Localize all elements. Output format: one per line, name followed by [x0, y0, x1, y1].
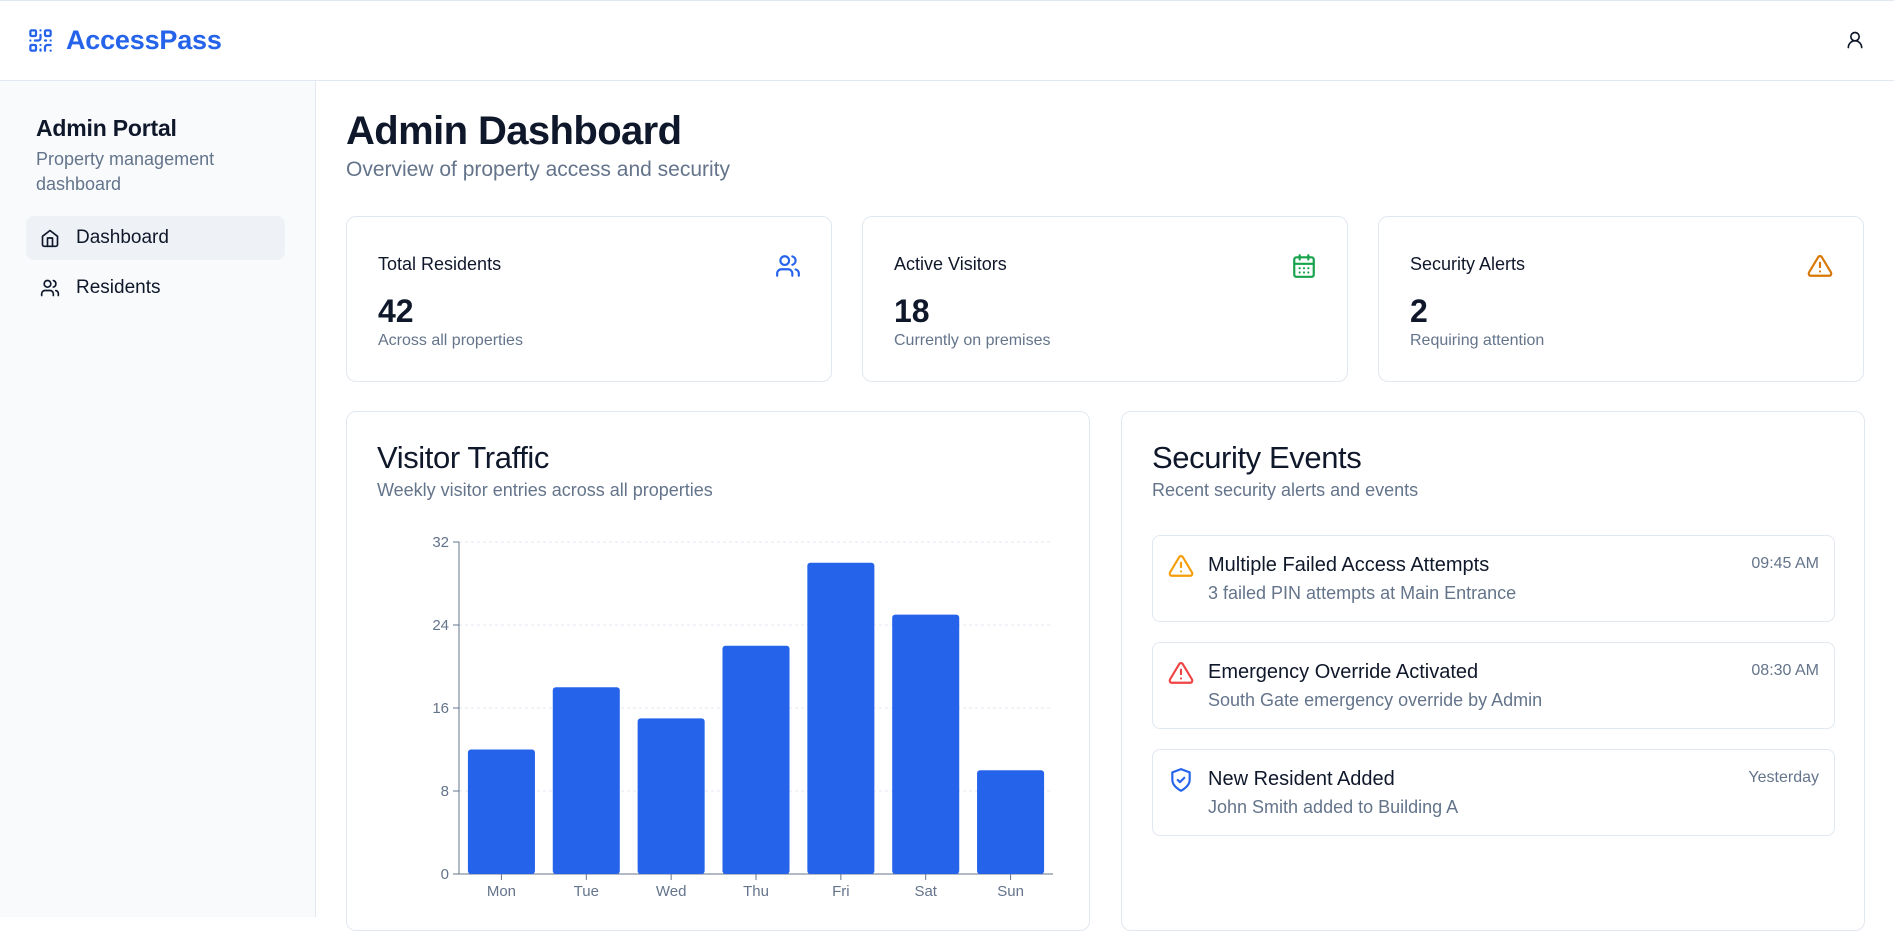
bar-thu: [722, 645, 790, 874]
y-tick-label: 32: [432, 534, 449, 551]
page-subtitle: Overview of property access and security: [346, 158, 730, 181]
security-event-item[interactable]: Multiple Failed Access Attempts 3 failed…: [1152, 535, 1835, 622]
event-title: Multiple Failed Access Attempts: [1208, 554, 1490, 576]
sidebar: Admin Portal Property management dashboa…: [0, 81, 316, 917]
bar-wed: [637, 718, 705, 874]
visitor-traffic-chart: 0 8 16 24 32 Mon Tue Wed Thu Fri Sat Sun: [432, 534, 1053, 900]
app-name: AccessPass: [66, 25, 222, 55]
x-tick-label: Thu: [743, 883, 769, 900]
alert-triangle-icon: [1168, 662, 1194, 684]
stat-value: 42: [378, 293, 414, 329]
sidebar-item-label: Dashboard: [76, 227, 169, 248]
alert-triangle-icon: [1807, 255, 1833, 277]
bar-sun: [977, 770, 1045, 874]
event-time: 08:30 AM: [1751, 662, 1819, 679]
stat-card-alerts: Security Alerts 2 Requiring attention: [1378, 216, 1864, 382]
stat-label: Total Residents: [378, 254, 502, 274]
bar-tue: [552, 687, 620, 874]
stat-label: Active Visitors: [894, 254, 1007, 274]
x-tick-label: Fri: [832, 883, 850, 900]
calendar-icon: [1293, 254, 1315, 278]
bar-sat: [892, 614, 960, 874]
x-tick-label: Sun: [997, 883, 1024, 900]
event-title: New Resident Added: [1208, 768, 1395, 790]
page-title: Admin Dashboard: [346, 109, 682, 153]
home-icon: [41, 229, 59, 248]
event-title: Emergency Override Activated: [1208, 661, 1479, 683]
sidebar-title: Admin Portal: [36, 115, 177, 141]
x-tick-label: Wed: [656, 883, 687, 900]
sidebar-subtitle: Property management dashboard: [36, 149, 215, 194]
security-events-card: Security Events Recent security alerts a…: [1121, 411, 1865, 931]
event-description: South Gate emergency override by Admin: [1208, 690, 1543, 710]
brand[interactable]: AccessPass: [27, 25, 222, 56]
x-tick-label: Sat: [914, 883, 937, 900]
security-event-item[interactable]: Emergency Override Activated South Gate …: [1152, 642, 1835, 729]
event-time: 09:45 AM: [1751, 555, 1819, 572]
y-tick-label: 8: [441, 783, 449, 800]
stat-description: Across all properties: [378, 332, 523, 349]
sidebar-item-label: Residents: [76, 277, 161, 298]
qr-code-icon: [29, 29, 52, 52]
sidebar-item-residents[interactable]: Residents: [26, 266, 285, 310]
sidebar-item-dashboard[interactable]: Dashboard: [26, 216, 285, 260]
alert-triangle-icon: [1168, 555, 1194, 577]
users-icon: [40, 279, 60, 297]
event-description: 3 failed PIN attempts at Main Entrance: [1208, 583, 1517, 603]
stat-card-visitors: Active Visitors 18 Currently on premises: [862, 216, 1348, 382]
event-time: Yesterday: [1748, 769, 1819, 786]
card-title: Security Events: [1152, 440, 1362, 475]
stat-value: 2: [1410, 293, 1428, 329]
x-tick-label: Mon: [487, 883, 516, 900]
x-tick-label: Tue: [574, 883, 599, 900]
y-tick-label: 24: [432, 617, 449, 634]
user-icon: [1847, 31, 1863, 49]
stat-description: Requiring attention: [1410, 332, 1545, 349]
stat-label: Security Alerts: [1410, 254, 1526, 274]
event-description: John Smith added to Building A: [1208, 797, 1459, 817]
main-content: Admin Dashboard Overview of property acc…: [316, 81, 1894, 931]
stat-description: Currently on premises: [894, 332, 1051, 349]
top-bar: AccessPass: [0, 0, 1894, 81]
visitor-traffic-card: Visitor Traffic Weekly visitor entries a…: [346, 411, 1090, 931]
users-icon: [776, 255, 800, 277]
stat-card-residents: Total Residents 42 Across all properties: [346, 216, 832, 382]
bar-mon: [467, 749, 535, 874]
y-tick-label: 0: [441, 866, 449, 883]
user-menu-button[interactable]: [1840, 25, 1870, 55]
stat-value: 18: [894, 293, 930, 329]
bar-fri: [807, 562, 875, 874]
card-subtitle: Recent security alerts and events: [1152, 480, 1419, 500]
y-tick-label: 16: [432, 700, 449, 717]
security-event-item[interactable]: New Resident Added John Smith added to B…: [1152, 749, 1835, 836]
shield-check-icon: [1171, 768, 1191, 792]
